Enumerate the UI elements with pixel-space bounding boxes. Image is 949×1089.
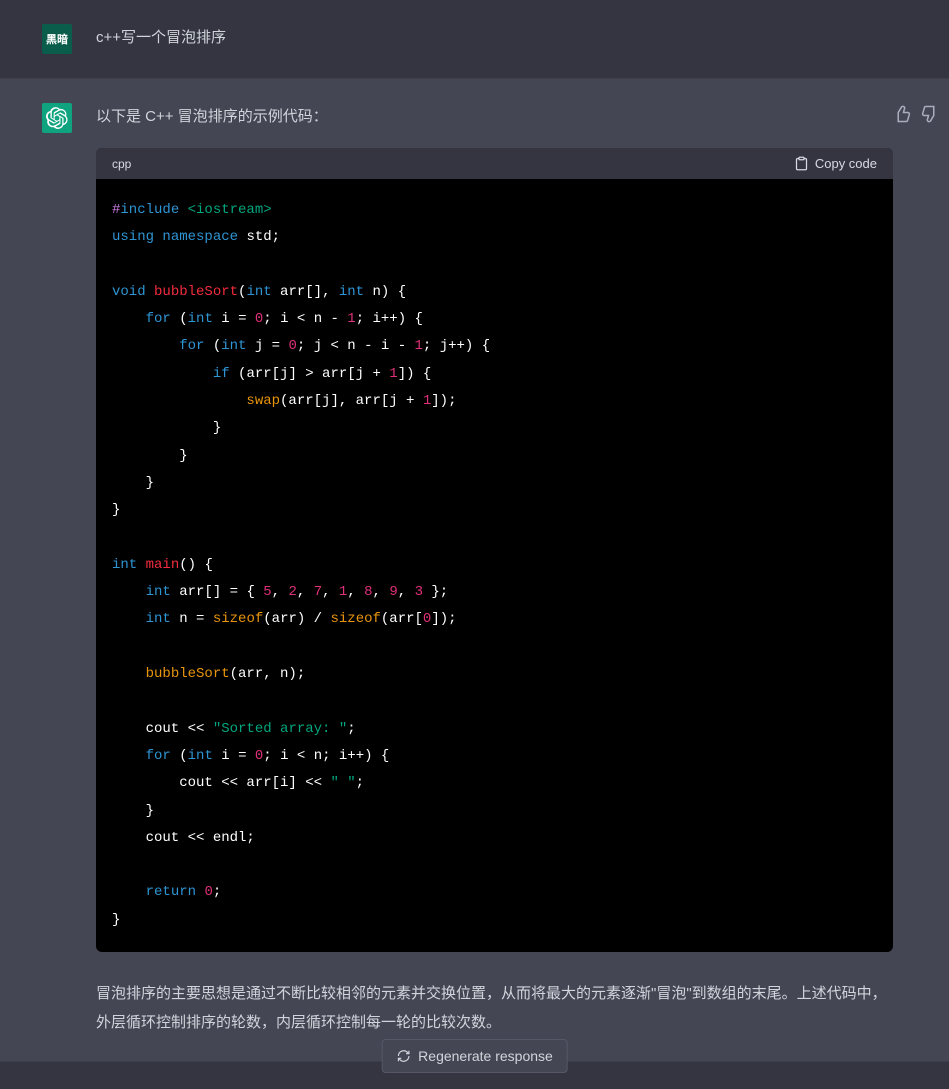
user-avatar: 黑暗	[42, 24, 72, 54]
assistant-turn: 以下是 C++ 冒泡排序的示例代码： cpp Copy code #includ…	[0, 78, 949, 1062]
refresh-icon	[396, 1049, 410, 1063]
assistant-content: 以下是 C++ 冒泡排序的示例代码： cpp Copy code #includ…	[96, 103, 949, 1037]
user-message: c++写一个冒泡排序	[96, 24, 893, 51]
openai-logo-icon	[46, 107, 68, 129]
code-content: #include <iostream> using namespace std;…	[96, 179, 893, 952]
regenerate-label: Regenerate response	[418, 1048, 553, 1064]
regenerate-button[interactable]: Regenerate response	[381, 1039, 568, 1073]
user-gutter: 黑暗	[0, 24, 96, 54]
feedback-buttons	[893, 105, 939, 123]
clipboard-icon	[794, 156, 809, 171]
copy-code-button[interactable]: Copy code	[794, 156, 877, 171]
assistant-intro: 以下是 C++ 冒泡排序的示例代码：	[96, 103, 893, 130]
user-content: c++写一个冒泡排序	[96, 24, 949, 54]
code-header: cpp Copy code	[96, 148, 893, 179]
assistant-explanation: 冒泡排序的主要思想是通过不断比较相邻的元素并交换位置，从而将最大的元素逐渐"冒泡…	[96, 980, 893, 1037]
thumbs-down-icon[interactable]	[921, 105, 939, 123]
code-block: cpp Copy code #include <iostream> using …	[96, 148, 893, 952]
user-turn: 黑暗 c++写一个冒泡排序	[0, 0, 949, 78]
copy-code-label: Copy code	[815, 156, 877, 171]
thumbs-up-icon[interactable]	[893, 105, 911, 123]
code-lang-label: cpp	[112, 157, 131, 171]
assistant-avatar	[42, 103, 72, 133]
assistant-gutter	[0, 103, 96, 1037]
